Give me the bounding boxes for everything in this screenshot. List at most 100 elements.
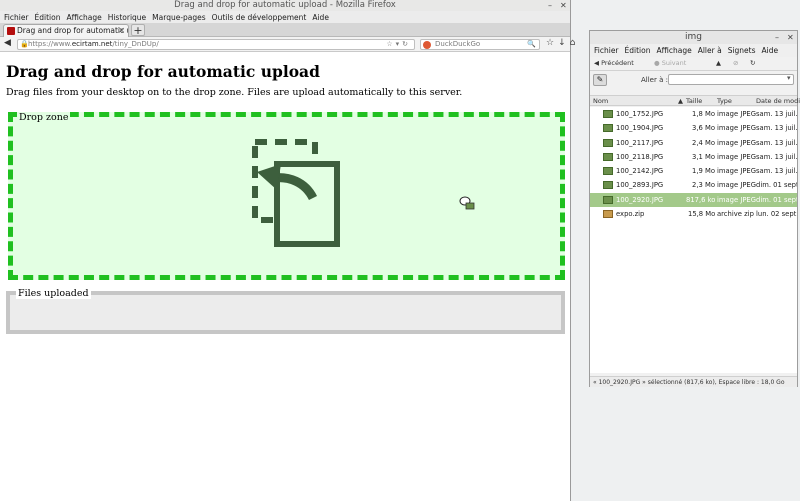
fm-menu-aide[interactable]: Aide xyxy=(762,46,779,55)
file-row[interactable]: expo.zip 15,8 Mo archive zip lun. 02 sep… xyxy=(590,207,797,221)
menu-historique[interactable]: Historique xyxy=(108,13,146,22)
file-name: 100_1752.JPG xyxy=(616,110,664,118)
file-size: 2,3 Mo xyxy=(692,181,715,190)
column-date[interactable]: Date de modif xyxy=(756,97,800,105)
menu-aide[interactable]: Aide xyxy=(312,13,329,22)
file-type: image JPEG xyxy=(717,110,756,118)
fm-minimize-icon[interactable]: – xyxy=(775,31,779,44)
menu-marque-pages[interactable]: Marque-pages xyxy=(152,13,206,22)
sort-icon[interactable]: ▲ xyxy=(678,97,683,105)
file-row[interactable]: 100_1904.JPG 3,6 Mo image JPEG sam. 13 j… xyxy=(590,121,797,135)
close-icon[interactable]: ✕ xyxy=(560,0,567,11)
lock-icon: 🔒 xyxy=(20,40,29,48)
file-list: 100_1752.JPG 1,8 Mo image JPEG sam. 13 j… xyxy=(590,107,797,373)
fm-menu-fichier[interactable]: Fichier xyxy=(594,46,619,55)
fm-forward-button[interactable]: ● Suivant xyxy=(654,59,686,67)
file-date: lun. 02 sept. 2 xyxy=(756,210,797,219)
tab-title: Drag and drop for automatic upload xyxy=(17,26,128,35)
file-date: sam. 13 juil. 2 xyxy=(756,152,797,161)
url-bar[interactable]: 🔒 https://www.ecirtam.net/tiny_DnDUp/ ☆▾… xyxy=(17,39,415,50)
menu-outils[interactable]: Outils de développement xyxy=(212,13,307,22)
file-row[interactable]: 100_2893.JPG 2,3 Mo image JPEG dim. 01 s… xyxy=(590,178,797,192)
file-size: 1,8 Mo xyxy=(692,110,715,118)
fm-close-icon[interactable]: ✕ xyxy=(787,31,794,44)
file-name: 100_2142.JPG xyxy=(616,167,664,176)
file-name: 100_2893.JPG xyxy=(616,181,664,190)
tab-strip: Drag and drop for automatic upload ✕ + xyxy=(0,23,570,37)
file-name: 100_2117.JPG xyxy=(616,138,664,147)
file-type: image JPEG xyxy=(717,167,756,176)
file-type: image JPEG xyxy=(717,124,756,133)
stop-icon[interactable]: ⊘ xyxy=(733,59,738,67)
menu-fichier[interactable]: Fichier xyxy=(4,13,29,22)
file-date: sam. 13 juil. 2 xyxy=(756,167,797,176)
fm-menu-edition[interactable]: Édition xyxy=(625,46,651,55)
upload-drop-icon xyxy=(252,139,340,247)
firefox-titlebar: Drag and drop for automatic upload - Moz… xyxy=(0,0,570,11)
files-uploaded-label: Files uploaded xyxy=(16,288,91,299)
image-file-icon xyxy=(603,124,613,133)
image-file-icon xyxy=(603,152,613,161)
fm-menu-signets[interactable]: Signets xyxy=(728,46,756,55)
column-name[interactable]: Nom xyxy=(593,97,608,105)
file-row[interactable]: 100_2117.JPG 2,4 Mo image JPEG sam. 13 j… xyxy=(590,136,797,150)
file-date: dim. 01 sept. xyxy=(756,181,797,190)
fm-menu-affichage[interactable]: Affichage xyxy=(656,46,691,55)
file-row-selected[interactable]: 100_2920.JPG 817,6 ko image JPEG dim. 01… xyxy=(590,192,797,208)
image-file-icon xyxy=(603,138,613,147)
window-title: Drag and drop for automatic upload - Moz… xyxy=(174,0,396,10)
file-type: image JPEG xyxy=(717,138,756,147)
file-size: 3,6 Mo xyxy=(692,124,715,133)
navigation-bar: ◀ 🔒 https://www.ecirtam.net/tiny_DnDUp/ … xyxy=(0,37,575,52)
file-row[interactable]: 100_2142.JPG 1,9 Mo image JPEG sam. 13 j… xyxy=(590,164,797,178)
file-date: sam. 13 juil. 2 xyxy=(756,138,797,147)
location-input[interactable] xyxy=(668,74,794,85)
drag-cursor-icon xyxy=(459,196,475,210)
page-content: Drag and drop for automatic upload Drag … xyxy=(0,54,570,501)
file-type: image JPEG xyxy=(717,195,756,204)
new-tab-button[interactable]: + xyxy=(131,24,145,36)
column-size[interactable]: Taille xyxy=(686,97,702,105)
reload-icon[interactable]: ↻ xyxy=(750,59,755,67)
file-type: archive zip xyxy=(717,210,754,219)
tab-active[interactable]: Drag and drop for automatic upload ✕ xyxy=(3,24,129,37)
url-bar-icons[interactable]: ☆▾↻ xyxy=(386,40,411,49)
fm-location-bar: ✎ Aller à : ▾ xyxy=(590,71,797,89)
tab-close-icon[interactable]: ✕ xyxy=(118,25,125,37)
fm-status-bar: « 100_2920.JPG » sélectionné (817,6 ko),… xyxy=(590,376,797,387)
image-file-icon xyxy=(603,195,613,204)
image-file-icon xyxy=(603,181,613,190)
goto-label: Aller à : xyxy=(641,76,668,84)
toolbar-icons[interactable]: ☆↓⌂ xyxy=(546,38,579,48)
search-bar[interactable]: DuckDuckGo 🔍 xyxy=(420,39,540,50)
fm-window-title: img xyxy=(685,32,702,42)
page-description: Drag files from your desktop on to the d… xyxy=(6,87,463,98)
file-size: 3,1 Mo xyxy=(692,152,715,161)
fm-back-button[interactable]: ◀ Précédent xyxy=(594,59,634,67)
duckduckgo-icon xyxy=(423,41,431,49)
menu-affichage[interactable]: Affichage xyxy=(66,13,101,22)
menu-edition[interactable]: Édition xyxy=(35,13,61,22)
column-type[interactable]: Type xyxy=(717,97,732,105)
back-icon[interactable]: ◀ xyxy=(4,38,11,48)
file-size: 817,6 ko xyxy=(686,195,716,204)
file-size: 2,4 Mo xyxy=(692,138,715,147)
firefox-menubar: Fichier Édition Affichage Historique Mar… xyxy=(0,11,570,23)
file-size: 1,9 Mo xyxy=(692,167,715,176)
url-scheme: https://www. xyxy=(28,40,72,48)
url-path: /tiny_DnDUp/ xyxy=(112,40,159,48)
file-row[interactable]: 100_2118.JPG 3,1 Mo image JPEG sam. 13 j… xyxy=(590,150,797,164)
files-uploaded-box: Files uploaded xyxy=(6,288,565,334)
minimize-icon[interactable]: – xyxy=(548,0,552,11)
fm-menu-aller-a[interactable]: Aller à xyxy=(698,46,722,55)
drop-zone[interactable]: Drop zone xyxy=(8,112,565,280)
location-dropdown-icon[interactable]: ▾ xyxy=(787,74,791,82)
file-row[interactable]: 100_1752.JPG 1,8 Mo image JPEG sam. 13 j… xyxy=(590,107,797,121)
up-icon[interactable]: ▲ xyxy=(716,59,721,67)
search-go-icon[interactable]: 🔍 xyxy=(527,40,536,49)
drop-zone-label: Drop zone xyxy=(17,112,71,123)
edit-location-button[interactable]: ✎ xyxy=(593,74,607,86)
file-date: dim. 01 sept. xyxy=(756,195,797,204)
image-file-icon xyxy=(603,110,613,118)
file-type: image JPEG xyxy=(717,152,756,161)
